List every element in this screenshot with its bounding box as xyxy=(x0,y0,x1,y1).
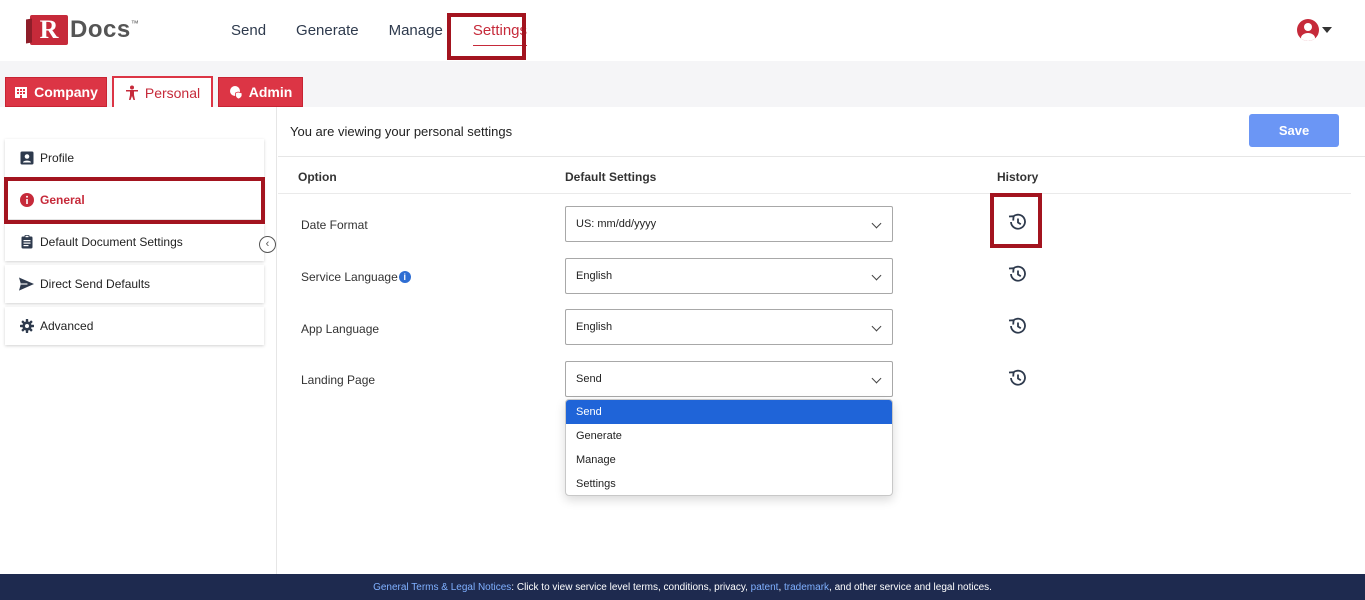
app-language-select[interactable]: English xyxy=(565,309,893,345)
sidebar-item-label: Profile xyxy=(40,151,75,165)
service-language-select[interactable]: English xyxy=(565,258,893,294)
info-icon[interactable]: i xyxy=(398,271,411,283)
trademark-link[interactable]: trademark xyxy=(784,582,829,593)
chevron-down-icon xyxy=(871,218,882,229)
save-button[interactable]: Save xyxy=(1249,114,1339,147)
select-value: US: mm/dd/yyyy xyxy=(576,218,657,230)
highlight-box-settings xyxy=(447,13,526,60)
legal-footer: General Terms & Legal Notices : Click to… xyxy=(0,574,1365,600)
collapse-sidebar-button[interactable]: ‹ xyxy=(259,236,276,253)
dropdown-option-generate[interactable]: Generate xyxy=(566,424,892,448)
logo-trademark: ™ xyxy=(130,18,139,28)
tab-company[interactable]: Company xyxy=(5,77,107,107)
tab-admin-label: Admin xyxy=(248,84,293,100)
date-format-select[interactable]: US: mm/dd/yyyy xyxy=(565,206,893,242)
option-label-service-language: Service Language i xyxy=(301,270,411,284)
settings-tabstrip: Company Personal Admin xyxy=(0,61,1365,107)
select-value: English xyxy=(576,321,613,333)
id-card-icon xyxy=(19,151,34,166)
history-icon[interactable] xyxy=(1006,367,1028,389)
tab-admin[interactable]: Admin xyxy=(218,77,303,107)
sidebar-item-direct-send-defaults[interactable]: Direct Send Defaults xyxy=(5,265,264,303)
history-icon[interactable] xyxy=(1006,263,1028,285)
account-menu[interactable] xyxy=(1297,19,1332,41)
column-header-default-settings: Default Settings xyxy=(565,170,657,184)
tab-personal-label: Personal xyxy=(144,84,201,101)
caret-down-icon xyxy=(1322,27,1332,33)
paper-plane-icon xyxy=(19,277,34,292)
sidebar-item-label: Direct Send Defaults xyxy=(40,277,151,291)
footer-text-2: , and other service and legal notices. xyxy=(829,581,992,593)
user-circle-icon xyxy=(1297,19,1319,41)
footer-text-1: : Click to view service level terms, con… xyxy=(511,581,751,593)
gear-icon xyxy=(19,319,34,334)
general-terms-link[interactable]: General Terms & Legal Notices xyxy=(373,582,511,593)
dropdown-option-send[interactable]: Send xyxy=(566,400,892,424)
tab-personal[interactable]: Personal xyxy=(112,76,213,107)
select-value: English xyxy=(576,270,613,282)
logo-r-mark: R xyxy=(30,15,68,45)
settings-main-panel: You are viewing your personal settings S… xyxy=(278,107,1365,574)
chevron-down-icon xyxy=(871,321,882,332)
sidebar-item-label: Default Document Settings xyxy=(40,235,183,249)
landing-page-dropdown-list: Send Generate Manage Settings xyxy=(565,399,893,496)
chevron-down-icon xyxy=(871,270,882,281)
rdocs-logo[interactable]: R Docs ™ xyxy=(30,14,139,46)
landing-page-select[interactable]: Send xyxy=(565,361,893,397)
building-icon xyxy=(15,86,28,98)
nav-generate[interactable]: Generate xyxy=(296,22,359,39)
sidebar-item-default-document-settings[interactable]: Default Document Settings xyxy=(5,223,264,261)
dropdown-option-settings[interactable]: Settings xyxy=(566,472,892,495)
nav-send[interactable]: Send xyxy=(231,22,266,39)
option-label-landing-page: Landing Page xyxy=(301,373,376,387)
tab-company-label: Company xyxy=(34,84,98,100)
dropdown-option-manage[interactable]: Manage xyxy=(566,448,892,472)
shield-icon xyxy=(229,86,243,99)
sidebar-item-advanced[interactable]: Advanced xyxy=(5,307,264,345)
sidebar-item-profile[interactable]: Profile xyxy=(5,139,264,177)
column-header-option: Option xyxy=(298,170,337,184)
top-navbar: R Docs ™ Send Generate Manage Settings xyxy=(0,0,1365,61)
clipboard-icon xyxy=(19,235,34,250)
person-icon xyxy=(125,85,138,100)
highlight-box-history xyxy=(990,193,1042,248)
column-header-history: History xyxy=(997,170,1039,184)
service-language-text: Service Language xyxy=(301,270,398,284)
option-label-app-language: App Language xyxy=(301,322,380,336)
select-value: Send xyxy=(576,373,602,385)
header-divider xyxy=(278,193,1351,194)
option-label-date-format: Date Format xyxy=(301,218,368,232)
history-icon[interactable] xyxy=(1006,315,1028,337)
patent-link[interactable]: patent xyxy=(751,582,779,593)
settings-subheader: You are viewing your personal settings S… xyxy=(278,107,1365,157)
logo-text: Docs xyxy=(70,16,131,43)
nav-manage[interactable]: Manage xyxy=(389,22,443,39)
viewing-personal-text: You are viewing your personal settings xyxy=(290,124,513,139)
highlight-box-general xyxy=(4,177,265,224)
sidebar-item-label: Advanced xyxy=(40,319,94,333)
chevron-down-icon xyxy=(871,373,882,384)
